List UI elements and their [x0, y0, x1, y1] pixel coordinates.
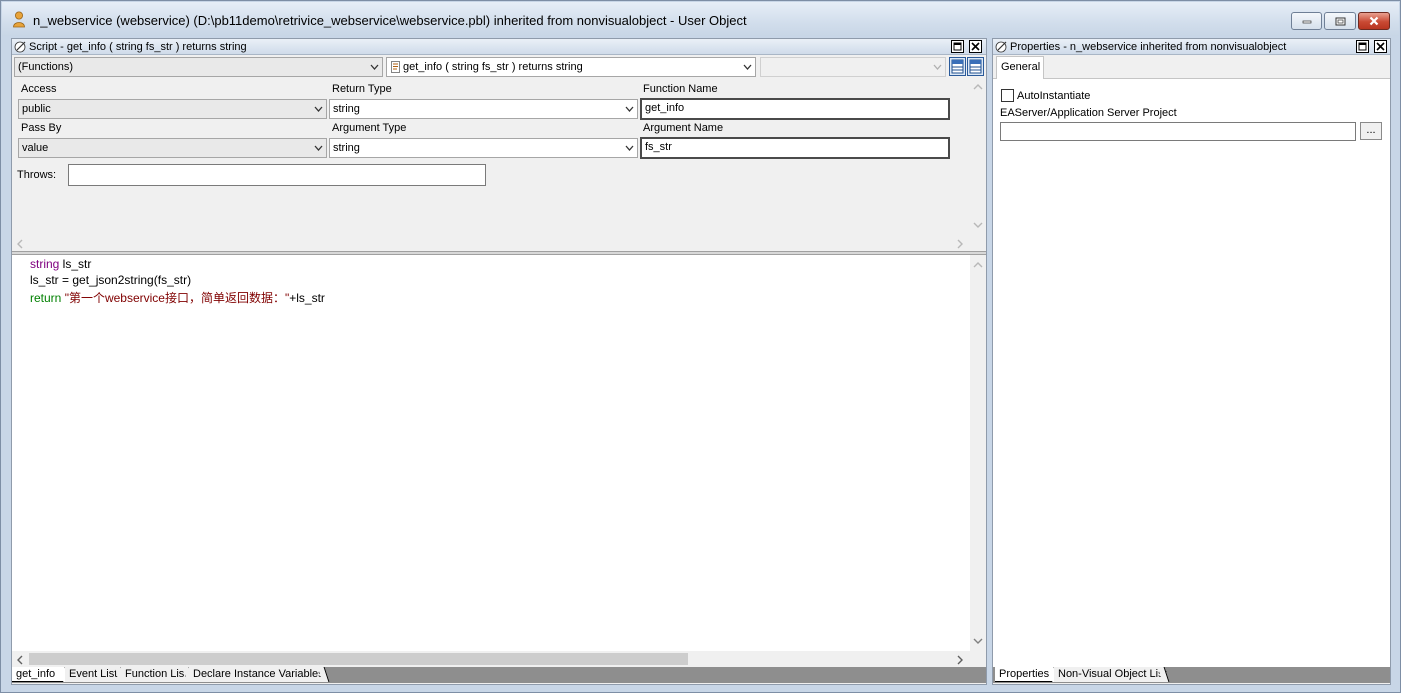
chevron-down-icon — [625, 145, 634, 151]
easerver-project-input[interactable] — [1000, 122, 1356, 141]
close-icon — [1369, 16, 1379, 26]
tab-properties[interactable]: Properties — [995, 667, 1053, 682]
tab-function-list[interactable]: Function List — [121, 667, 188, 682]
user-object-icon — [13, 11, 25, 28]
maximize-icon — [953, 42, 962, 51]
properties-content — [993, 78, 1390, 667]
properties-pane-icon — [995, 41, 1007, 53]
properties-pane: Properties - n_webservice inherited from… — [992, 38, 1391, 685]
properties-tab-strip: Properties Non-Visual Object List — [993, 667, 1390, 683]
main-window: n_webservice (webservice) (D:\pb11demo\r… — [0, 0, 1401, 693]
prototype-view-button[interactable] — [949, 57, 966, 76]
chevron-down-icon — [314, 145, 323, 151]
code-line-1: string ls_str — [30, 257, 91, 271]
code-line-2: ls_str = get_json2string(fs_str) — [30, 273, 192, 287]
script-only-view-button[interactable] — [967, 57, 984, 76]
event-dropdown[interactable] — [760, 57, 946, 77]
return-type-value: string — [333, 103, 360, 115]
code-text: +ls_str — [289, 291, 325, 305]
script-pane-title: Script - get_info ( string fs_str ) retu… — [29, 41, 247, 53]
properties-pane-maximize-button[interactable] — [1356, 40, 1369, 53]
return-type-dropdown[interactable]: string — [329, 99, 638, 119]
script-pane-maximize-button[interactable] — [951, 40, 964, 53]
chevron-down-icon — [933, 64, 942, 70]
object-dropdown[interactable]: (Functions) — [14, 57, 383, 77]
properties-pane-header: Properties - n_webservice inherited from… — [993, 39, 1390, 55]
scroll-down-icon — [973, 222, 983, 228]
script-pane: Script - get_info ( string fs_str ) retu… — [11, 38, 987, 685]
maximize-button[interactable] — [1324, 12, 1356, 30]
code-horizontal-scrollbar[interactable] — [12, 651, 970, 667]
script-pane-close-button[interactable] — [969, 40, 982, 53]
maximize-icon — [1358, 42, 1367, 51]
close-icon — [971, 42, 980, 51]
scroll-up-icon — [973, 84, 983, 90]
access-label: Access — [21, 83, 57, 95]
chevron-down-icon — [625, 106, 634, 112]
code-keyword: return — [30, 291, 62, 305]
easerver-project-label: EAServer/Application Server Project — [1000, 107, 1177, 119]
chevron-down-icon — [314, 106, 323, 112]
scroll-thumb[interactable] — [29, 653, 688, 665]
code-text: ls_str — [59, 257, 92, 271]
return-type-label: Return Type — [332, 83, 392, 95]
tab-non-visual-object-list[interactable]: Non-Visual Object List — [1054, 667, 1167, 682]
close-window-button[interactable] — [1358, 12, 1390, 30]
pass-by-value: value — [22, 142, 49, 154]
argument-name-input[interactable]: fs_str — [640, 137, 950, 159]
pass-by-dropdown[interactable]: value — [18, 138, 327, 158]
scroll-left-icon — [17, 655, 23, 665]
tab-event-list[interactable]: Event List — [65, 667, 120, 682]
function-dropdown[interactable]: get_info ( string fs_str ) returns strin… — [386, 57, 756, 77]
code-line-3: return "第一个webservice接口，简单返回数据："+ls_str — [30, 289, 325, 306]
close-icon — [1376, 42, 1385, 51]
code-vertical-scrollbar[interactable] — [970, 255, 986, 651]
script-pane-icon — [14, 41, 26, 53]
tab-general[interactable]: General — [996, 56, 1044, 79]
layout-icon — [951, 59, 964, 74]
object-dropdown-value: (Functions) — [18, 61, 74, 73]
code-string: "第一个webservice接口，简单返回数据：" — [61, 291, 290, 305]
browse-button[interactable]: ... — [1360, 122, 1382, 140]
properties-pane-title: Properties - n_webservice inherited from… — [1010, 41, 1287, 53]
argument-type-dropdown[interactable]: string — [329, 138, 638, 158]
title-bar: n_webservice (webservice) (D:\pb11demo\r… — [2, 2, 1399, 36]
pass-by-label: Pass By — [21, 122, 62, 134]
prototype-vertical-scrollbar[interactable] — [970, 77, 986, 235]
function-icon — [391, 61, 400, 73]
scroll-right-icon — [957, 239, 963, 249]
tab-declare-instance-variables[interactable]: Declare Instance Variables — [189, 667, 324, 682]
scroll-down-icon — [973, 638, 983, 644]
chevron-down-icon — [743, 64, 752, 70]
minimize-icon — [1302, 20, 1311, 24]
layout-icon — [969, 59, 982, 74]
window-title: n_webservice (webservice) (D:\pb11demo\r… — [33, 13, 747, 28]
minimize-button[interactable] — [1291, 12, 1322, 30]
scroll-right-icon — [957, 655, 963, 665]
script-pane-header: Script - get_info ( string fs_str ) retu… — [12, 39, 986, 55]
code-editor[interactable]: string ls_str ls_str = get_json2string(f… — [12, 255, 970, 651]
function-name-input[interactable]: get_info — [640, 98, 950, 120]
chevron-down-icon — [370, 64, 379, 70]
auto-instantiate-checkbox[interactable] — [1001, 89, 1014, 102]
access-dropdown[interactable]: public — [18, 99, 327, 119]
code-keyword: string — [30, 257, 60, 271]
argument-type-label: Argument Type — [332, 122, 407, 134]
scroll-left-icon — [17, 239, 23, 249]
argument-name-label: Argument Name — [643, 122, 724, 134]
properties-pane-close-button[interactable] — [1374, 40, 1387, 53]
function-name-label: Function Name — [643, 83, 718, 95]
auto-instantiate-label: AutoInstantiate — [1017, 90, 1091, 102]
scroll-up-icon — [973, 262, 983, 268]
tab-get-info[interactable]: get_info — [12, 667, 64, 682]
access-value: public — [22, 103, 51, 115]
throws-label: Throws: — [17, 169, 57, 181]
throws-input[interactable] — [68, 164, 486, 186]
prototype-horizontal-scrollbar[interactable] — [12, 235, 970, 251]
maximize-icon — [1335, 17, 1345, 25]
script-tab-strip: get_info Event List Function List Declar… — [12, 667, 986, 683]
argument-type-value: string — [333, 142, 360, 154]
function-dropdown-value: get_info ( string fs_str ) returns strin… — [403, 61, 583, 73]
